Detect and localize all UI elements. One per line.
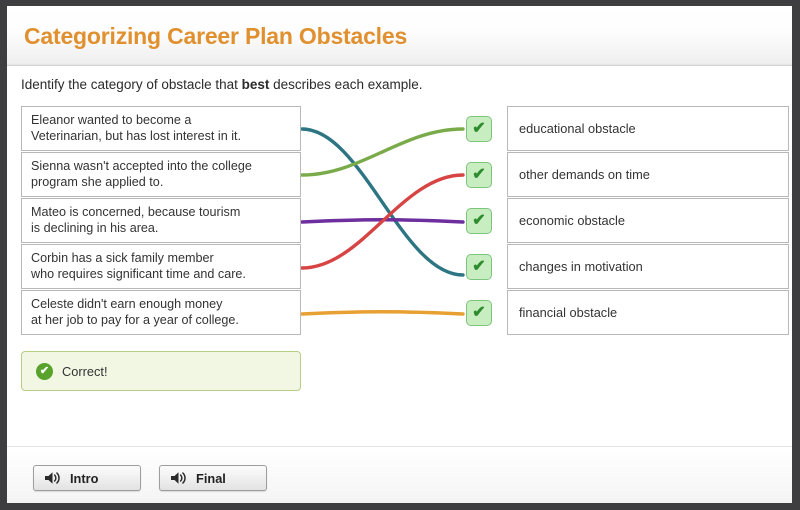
prompt-5-line-2: at her job to pay for a year of college. xyxy=(31,313,239,327)
answer-box-other-demands-on-time[interactable]: other demands on time xyxy=(507,152,789,197)
feedback-text: Correct! xyxy=(62,364,108,379)
prompt-4-line-1: Corbin has a sick family member xyxy=(31,251,214,265)
prompt-3-line-2: is declining in his area. xyxy=(31,221,159,235)
application-content: Categorizing Career Plan Obstacles Ident… xyxy=(7,6,792,503)
check-badge-4: ✔ xyxy=(466,254,492,280)
intro-button-label: Intro xyxy=(70,470,99,486)
instruction-emphasis: best xyxy=(241,77,270,92)
answer-box-educational-obstacle[interactable]: educational obstacle xyxy=(507,106,789,151)
check-badge-3: ✔ xyxy=(466,208,492,234)
answer-box-financial-obstacle[interactable]: financial obstacle xyxy=(507,290,789,335)
feedback-banner: ✔ Correct! xyxy=(21,351,301,391)
prompt-3-line-1: Mateo is concerned, because tourism xyxy=(31,205,241,219)
connector-line-5 xyxy=(300,310,465,316)
speaker-icon xyxy=(44,471,61,485)
prompt-2-line-1: Sienna wasn't accepted into the college xyxy=(31,159,252,173)
prompt-box-3[interactable]: Mateo is concerned, because tourism is d… xyxy=(21,198,301,243)
success-check-icon: ✔ xyxy=(36,363,53,380)
matching-activity-stage: Eleanor wanted to become a Veterinarian,… xyxy=(7,98,792,353)
prompt-2-line-2: program she applied to. xyxy=(31,175,164,189)
answer-box-changes-in-motivation[interactable]: changes in motivation xyxy=(507,244,789,289)
prompt-5-line-1: Celeste didn't earn enough money xyxy=(31,297,223,311)
prompt-box-5[interactable]: Celeste didn't earn enough money at her … xyxy=(21,290,301,335)
header-bar: Categorizing Career Plan Obstacles xyxy=(7,6,792,66)
answer-box-economic-obstacle[interactable]: economic obstacle xyxy=(507,198,789,243)
prompt-box-1[interactable]: Eleanor wanted to become a Veterinarian,… xyxy=(21,106,301,151)
instruction-before: Identify the category of obstacle that xyxy=(21,77,242,92)
speaker-icon xyxy=(170,471,187,485)
check-badge-5: ✔ xyxy=(466,300,492,326)
check-badge-1: ✔ xyxy=(466,116,492,142)
page-title: Categorizing Career Plan Obstacles xyxy=(24,23,408,49)
prompt-box-2[interactable]: Sienna wasn't accepted into the college … xyxy=(21,152,301,197)
intro-audio-button[interactable]: Intro xyxy=(33,465,141,491)
prompt-box-4[interactable]: Corbin has a sick family member who requ… xyxy=(21,244,301,289)
final-audio-button[interactable]: Final xyxy=(159,465,267,491)
check-badge-2: ✔ xyxy=(466,162,492,188)
final-button-label: Final xyxy=(196,470,226,486)
prompt-1-line-2: Veterinarian, but has lost interest in i… xyxy=(31,129,242,143)
prompt-1-line-1: Eleanor wanted to become a xyxy=(31,113,192,127)
instruction-after: describes each example. xyxy=(269,77,423,92)
application-window: Categorizing Career Plan Obstacles Ident… xyxy=(0,0,800,510)
instruction-text: Identify the category of obstacle that b… xyxy=(21,77,423,92)
footer-bar: Intro Final xyxy=(7,446,792,503)
prompt-4-line-2: who requires significant time and care. xyxy=(31,267,246,281)
